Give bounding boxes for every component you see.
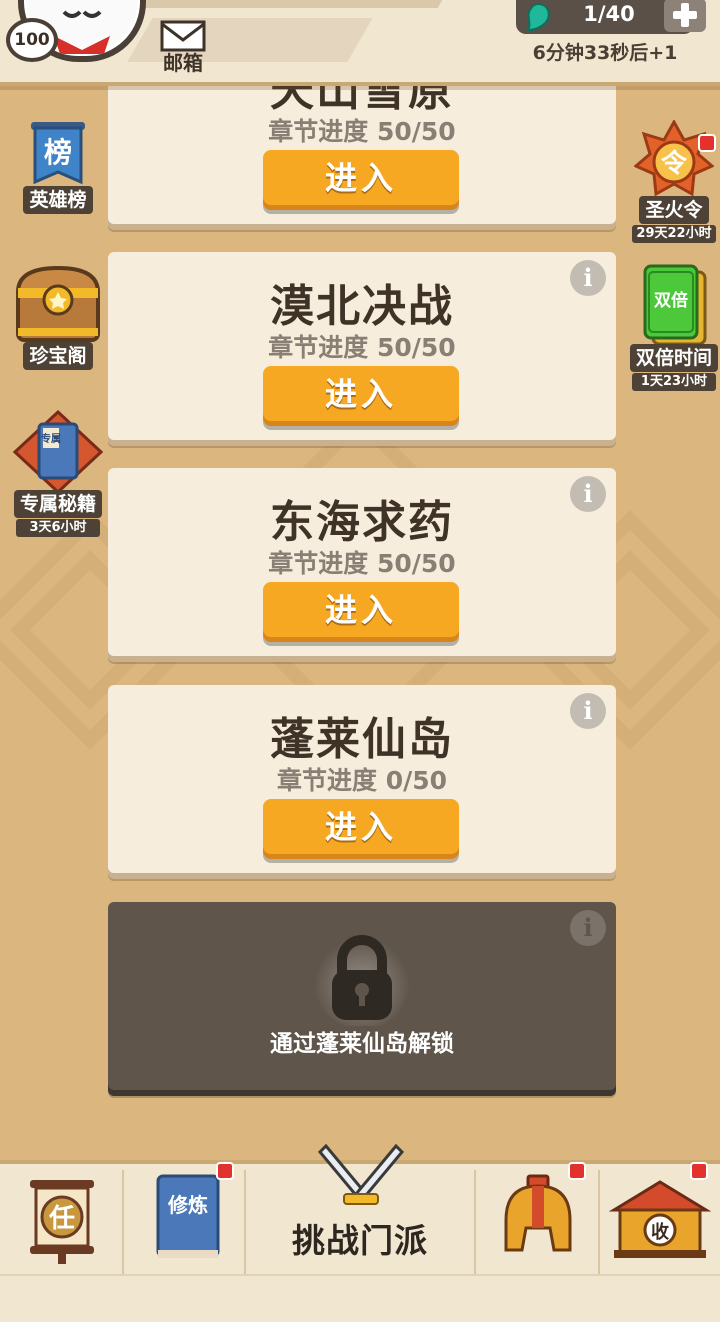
double-time-button[interactable]: 双倍 双倍时间 1天23小时 xyxy=(626,264,720,391)
holy-fire-token-button[interactable]: 令 圣火令 29天22小时 xyxy=(626,120,720,243)
double-time-icon-glyph: 双倍 xyxy=(654,290,688,311)
task-scroll-icon: 任 xyxy=(30,1180,94,1264)
cultivation-icon-glyph: 修炼 xyxy=(167,1193,208,1217)
hero-ranking-button[interactable]: 榜 英雄榜 xyxy=(10,120,106,214)
chapter-progress: 章节进度 0/50 xyxy=(276,766,448,795)
nav-cultivate[interactable]: 修炼 xyxy=(124,1162,246,1274)
enter-chapter-button[interactable]: 进入 xyxy=(263,366,459,426)
mailbox-label: 邮箱 xyxy=(163,51,203,75)
secret-book-timer: 3天6小时 xyxy=(16,519,100,537)
system-home-strip xyxy=(0,1274,720,1322)
add-energy-button[interactable] xyxy=(664,0,706,32)
unlock-condition-text: 通过蓬莱仙岛解锁 xyxy=(270,1031,454,1057)
info-icon[interactable]: i xyxy=(570,910,606,946)
chapter-card: i 蓬莱仙岛 章节进度 0/50 进入 xyxy=(108,685,616,873)
double-time-card-icon: 双倍 xyxy=(643,264,707,346)
jade-gem-icon xyxy=(526,2,550,32)
level-badge: 100 xyxy=(6,18,58,62)
holy-fire-token-timer: 29天22小时 xyxy=(632,225,716,243)
holy-fire-token-label: 圣火令 xyxy=(639,196,709,224)
plus-icon xyxy=(673,3,697,27)
task-icon-glyph: 任 xyxy=(48,1204,75,1234)
name-strip-decoration xyxy=(137,0,443,8)
double-time-label: 双倍时间 xyxy=(629,344,718,372)
chapter-title: 东海求药 xyxy=(270,497,454,548)
locked-chapter-card[interactable]: i 通过蓬莱仙岛解锁 xyxy=(108,902,616,1090)
nav-challenge-sect[interactable]: 挑战门派 xyxy=(246,1143,476,1274)
notification-badge xyxy=(698,134,716,152)
secret-book-icon-glyph: 专属 xyxy=(41,432,61,445)
chapter-progress: 章节进度 50/50 xyxy=(268,549,456,578)
collect-icon-glyph: 收 xyxy=(651,1221,669,1243)
envelope-icon xyxy=(160,20,206,52)
mailbox-button[interactable]: 邮箱 xyxy=(156,20,210,78)
energy-regen-timer: 6分钟33秒后+1 xyxy=(532,42,678,64)
enter-chapter-button[interactable]: 进入 xyxy=(263,150,459,210)
secret-book-button[interactable]: 专属 专属秘籍 3天6小时 xyxy=(10,410,106,537)
chapter-progress: 章节进度 50/50 xyxy=(268,117,456,146)
holy-fire-token-icon: 令 xyxy=(634,120,714,197)
chapter-title: 蓬莱仙岛 xyxy=(270,714,454,765)
holy-fire-icon-glyph: 令 xyxy=(661,148,688,179)
double-time-timer: 1天23小时 xyxy=(632,373,716,391)
ranking-banner-icon: 榜 xyxy=(31,122,85,185)
nav-equipment[interactable] xyxy=(476,1162,600,1274)
nav-tasks[interactable]: 任 xyxy=(0,1170,124,1274)
chapter-progress: 章节进度 50/50 xyxy=(268,333,456,362)
notification-badge xyxy=(216,1162,234,1180)
pavilion-icon: 收 xyxy=(608,1180,712,1258)
enter-chapter-button[interactable]: 进入 xyxy=(263,799,459,859)
energy-counter: 1/40 xyxy=(516,0,706,34)
treasure-pavilion-button[interactable]: 珍宝阁 xyxy=(10,262,106,370)
notification-badge xyxy=(690,1162,708,1180)
top-bar: 100 邮箱 1/40 6分钟33秒后+1 xyxy=(0,0,720,86)
helmet-icon xyxy=(504,1174,572,1252)
hero-ranking-label: 英雄榜 xyxy=(23,186,93,214)
crossed-swords-icon xyxy=(317,1143,405,1205)
secret-book-icon: 专属 xyxy=(13,410,103,494)
enter-chapter-button[interactable]: 进入 xyxy=(263,582,459,642)
energy-value: 1/40 xyxy=(583,2,635,26)
treasure-chest-icon xyxy=(15,265,101,342)
nav-collect[interactable]: 收 xyxy=(600,1162,720,1274)
ranking-icon-glyph: 榜 xyxy=(44,136,72,169)
padlock-icon xyxy=(314,933,410,1026)
cultivation-book-icon: 修炼 xyxy=(156,1174,220,1258)
treasure-pavilion-label: 珍宝阁 xyxy=(23,342,93,370)
chapter-title: 漠北决战 xyxy=(270,281,454,332)
chapter-card: i 漠北决战 章节进度 50/50 进入 xyxy=(108,252,616,440)
challenge-sect-label: 挑战门派 xyxy=(292,1221,428,1260)
secret-book-label: 专属秘籍 xyxy=(13,490,102,518)
bottom-navigation: 任 修炼 挑战门派 收 xyxy=(0,1143,720,1274)
chapter-card: i 东海求药 章节进度 50/50 进入 xyxy=(108,468,616,656)
notification-badge xyxy=(568,1162,586,1180)
